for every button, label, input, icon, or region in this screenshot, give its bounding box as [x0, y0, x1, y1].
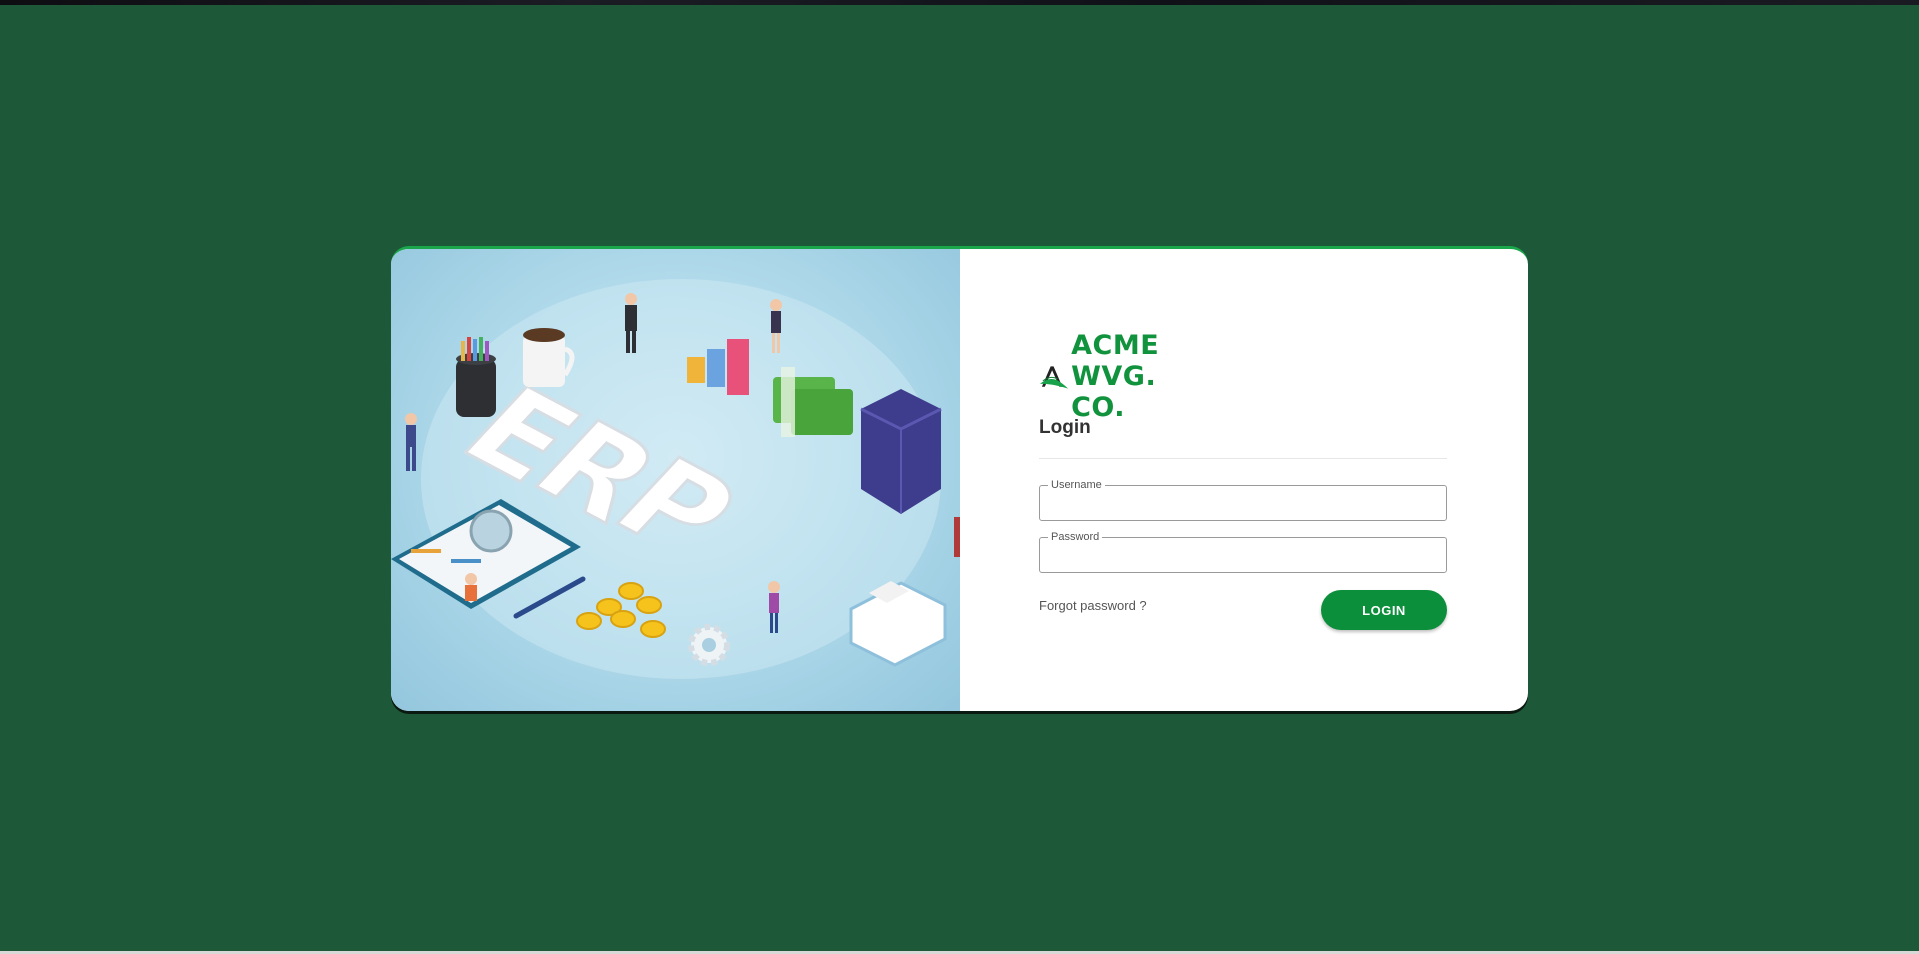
password-input[interactable] — [1040, 538, 1446, 572]
forgot-password-link[interactable]: Forgot password ? — [1039, 598, 1147, 613]
server-rack-icon — [860, 389, 942, 514]
erp-illustration: E R P — [391, 249, 960, 711]
username-field: Username — [1039, 478, 1447, 521]
login-button[interactable]: LOGIN — [1321, 590, 1447, 630]
title-divider — [1039, 458, 1447, 459]
acme-logo-icon — [1039, 365, 1069, 389]
password-field: Password — [1039, 530, 1447, 573]
gear-icon — [688, 624, 730, 666]
login-card: E R P ACME WVG. CO. Login Username Passw… — [391, 246, 1528, 711]
login-title: Login — [1039, 417, 1091, 438]
brand-name: ACME WVG. CO. — [1071, 330, 1160, 423]
brand-logo: ACME WVG. CO. — [1039, 330, 1191, 423]
browser-top-strip — [0, 0, 1919, 5]
erp-illustration-svg: E R P — [391, 279, 960, 679]
login-form-panel: ACME WVG. CO. Login Username Password Fo… — [960, 249, 1528, 711]
username-input[interactable] — [1040, 486, 1446, 520]
person-figure-5 — [465, 573, 477, 601]
person-figure-3 — [405, 413, 417, 471]
